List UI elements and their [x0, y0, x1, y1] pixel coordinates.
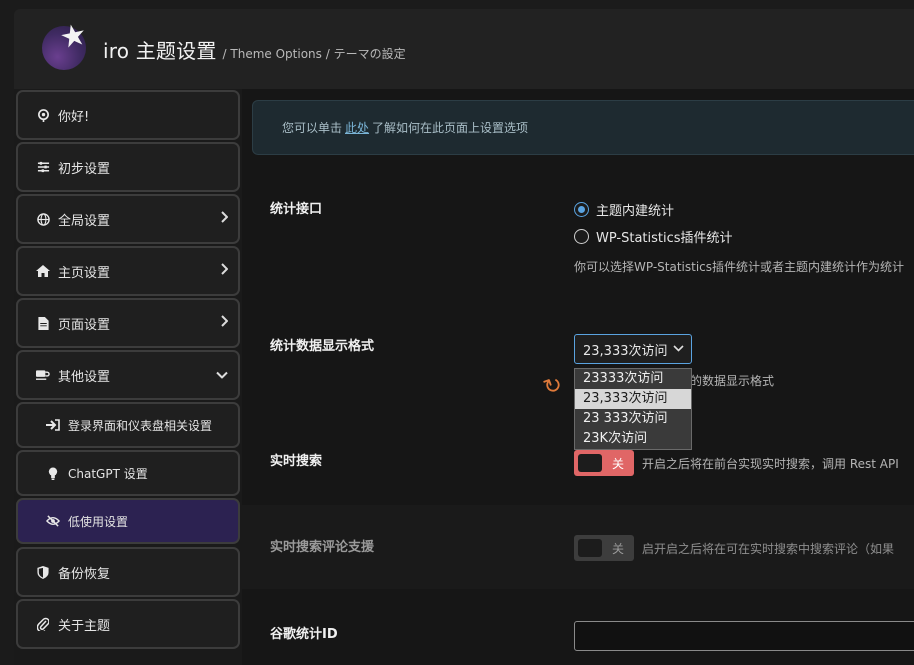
toggle-label: 关 — [612, 541, 625, 556]
dropdown-option[interactable]: 23 333次访问 — [575, 409, 691, 429]
live-search-label: 实时搜索 — [270, 454, 323, 469]
live-search-toggle[interactable]: 关 — [574, 450, 634, 476]
globe-icon — [36, 212, 50, 226]
radio-label: 主题内建统计 — [596, 204, 675, 219]
mouse-cursor-icon: ↻ — [540, 371, 567, 402]
stats-format-select[interactable]: 23,333次访问 — [574, 334, 692, 364]
stats-api-description: 你可以选择WP-Statistics插件统计或者主题内建统计作为统计 — [574, 260, 905, 274]
toggle-knob — [578, 539, 602, 557]
lightbulb-icon — [46, 466, 60, 480]
eye-slash-icon — [46, 514, 60, 528]
sidebar-item-label: 备份恢复 — [58, 566, 111, 582]
file-icon — [36, 316, 50, 330]
sidebar-subitem-low-usage[interactable]: 低使用设置 — [16, 498, 240, 544]
sidebar-item-label: 你好! — [58, 109, 90, 125]
notice-suffix: 了解如何在此页面上设置选项 — [372, 121, 529, 135]
sidebar-subitem-label: 低使用设置 — [68, 514, 129, 529]
paperclip-icon — [36, 617, 50, 631]
chevron-right-icon — [220, 263, 229, 279]
sidebar-item-global[interactable]: 全局设置 — [16, 194, 240, 244]
header-title: iro 主题设置 / Theme Options / テーマの設定 — [103, 35, 406, 64]
sidebar-item-label: 其他设置 — [58, 369, 111, 385]
sidebar-item-backup[interactable]: 备份恢复 — [16, 547, 240, 597]
brand-title: iro 主题设置 — [103, 39, 217, 63]
ga-id-input[interactable] — [574, 621, 914, 651]
radio-label: WP-Statistics插件统计 — [596, 231, 733, 246]
chevron-right-icon — [220, 315, 229, 331]
options-header: ★ iro 主题设置 / Theme Options / テーマの設定 — [14, 9, 914, 89]
help-notice: 您可以单击 此处 了解如何在此页面上设置选项 — [252, 100, 914, 155]
notice-help-link[interactable]: 此处 — [345, 119, 369, 136]
home-icon — [36, 264, 50, 278]
sidebar-item-label: 关于主题 — [58, 618, 111, 634]
sidebar-item-page[interactable]: 页面设置 — [16, 298, 240, 348]
options-main: 您可以单击 此处 了解如何在此页面上设置选项 统计接口 主题内建统计 WP-St… — [242, 89, 914, 665]
radio-builtin-stats[interactable]: 主题内建统计 — [574, 200, 674, 219]
sidebar-item-home[interactable]: 主页设置 — [16, 246, 240, 296]
select-value: 23,333次访问 — [583, 343, 668, 359]
star-icon: ★ — [56, 16, 91, 57]
sidebar-subitem-label: ChatGPT 设置 — [68, 466, 148, 481]
sidebar-subitem-chatgpt[interactable]: ChatGPT 设置 — [16, 450, 240, 496]
sidebar-item-label: 主页设置 — [58, 265, 111, 281]
radio-wp-statistics[interactable]: WP-Statistics插件统计 — [574, 227, 733, 246]
sidebar-subitem-label: 登录界面和仪表盘相关设置 — [68, 418, 213, 433]
ga-id-label: 谷歌统计ID — [270, 627, 338, 642]
stats-format-description: 的数据显示格式 — [690, 374, 775, 388]
toggle-label: 关 — [612, 456, 625, 471]
coffee-icon — [36, 368, 50, 382]
live-search-description: 开启之后将在前台实现实时搜索，调用 Rest API — [642, 457, 899, 471]
chevron-right-icon — [220, 211, 229, 227]
dropdown-option-highlighted[interactable]: 23,333次访问 — [575, 389, 691, 409]
live-search-comments-description: 启开启之后将在可在实时搜索中搜索评论（如果 — [642, 542, 895, 556]
sliders-icon — [36, 160, 50, 174]
sidebar-item-about[interactable]: 关于主题 — [16, 599, 240, 649]
live-search-comments-toggle[interactable]: 关 — [574, 535, 634, 561]
dropdown-option[interactable]: 23333次访问 — [575, 369, 691, 389]
stats-format-label: 统计数据显示格式 — [270, 339, 375, 354]
shield-icon — [36, 565, 50, 579]
sidebar-subitem-login-dashboard[interactable]: 登录界面和仪表盘相关设置 — [16, 402, 240, 448]
iro-logo: ★ — [42, 17, 90, 70]
sidebar-item-other[interactable]: 其他设置 — [16, 350, 240, 400]
sidebar-item-label: 初步设置 — [58, 161, 111, 177]
sidebar-item-initial-setup[interactable]: 初步设置 — [16, 142, 240, 192]
sidebar-item-hello[interactable]: 你好! — [16, 90, 240, 140]
notice-prefix: 您可以单击 — [282, 121, 343, 135]
dropdown-option[interactable]: 23K次访问 — [575, 429, 691, 449]
chevron-down-icon — [216, 368, 228, 383]
chevron-down-icon — [673, 341, 684, 355]
pin-icon — [36, 108, 50, 122]
stats-format-dropdown[interactable]: 23333次访问 23,333次访问 23 333次访问 23K次访问 — [574, 368, 692, 450]
radio-dot[interactable] — [574, 229, 589, 244]
sidebar: 你好! 初步设置 全局设置 主页设置 页面设置 其他设置 登录界面和仪表盘相关设… — [14, 89, 242, 665]
stats-api-label: 统计接口 — [270, 202, 323, 217]
sidebar-item-label: 全局设置 — [58, 213, 111, 229]
radio-dot-checked[interactable] — [574, 202, 589, 217]
live-search-comments-label: 实时搜索评论支援 — [270, 540, 375, 555]
login-icon — [46, 418, 60, 432]
sidebar-item-label: 页面设置 — [58, 317, 111, 333]
toggle-knob — [578, 454, 602, 472]
header-subtitle: / Theme Options / テーマの設定 — [222, 47, 406, 61]
